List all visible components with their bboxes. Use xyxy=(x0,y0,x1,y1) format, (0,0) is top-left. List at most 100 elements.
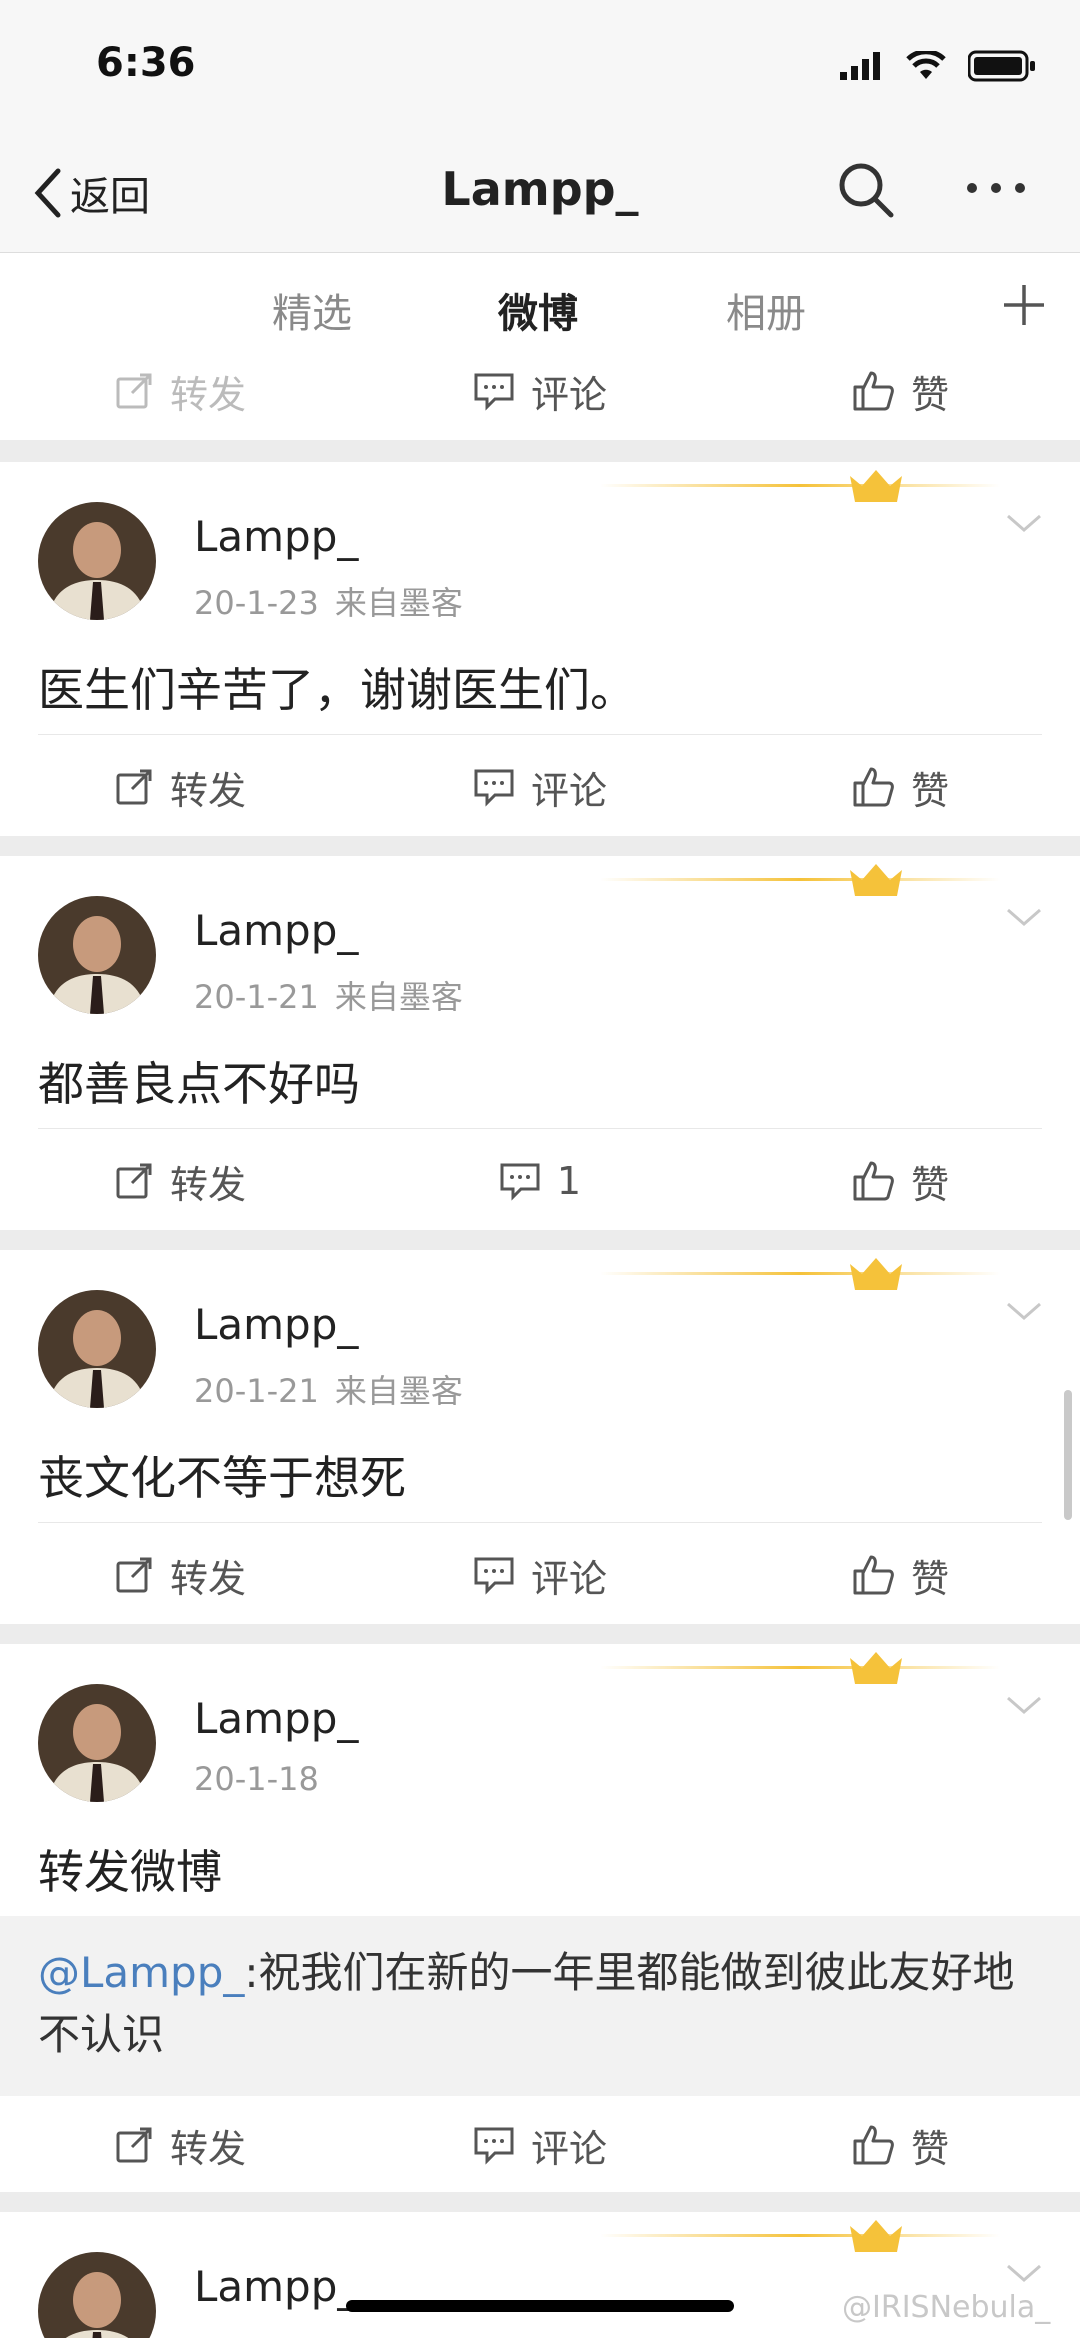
username[interactable]: Lampp_ xyxy=(194,2262,358,2311)
comment-button[interactable]: 1 xyxy=(360,1132,720,1230)
like-button[interactable]: 赞 xyxy=(720,1526,1080,1624)
like-label: 赞 xyxy=(910,372,949,417)
more-icon xyxy=(967,183,1025,193)
search-icon xyxy=(839,163,894,218)
thumbs-up-icon xyxy=(853,1161,894,1201)
share-icon xyxy=(116,1557,152,1593)
post-card[interactable]: Lampp_ 20-1-21 来自墨客 都善良点不好吗 转发 1 赞 xyxy=(0,856,1080,1230)
watermark: @IRISNebula_ xyxy=(842,2290,1051,2325)
divider xyxy=(38,1522,1042,1523)
crown-icon xyxy=(600,2220,1000,2252)
divider xyxy=(38,1128,1042,1129)
comment-button[interactable]: 评论 xyxy=(360,2096,720,2194)
post-card[interactable]: Lampp_ 20-1-23 来自墨客 医生们辛苦了，谢谢医生们。 转发 评论 赞 xyxy=(0,462,1080,836)
comment-button[interactable]: 评论 xyxy=(360,1526,720,1624)
chevron-down-icon[interactable] xyxy=(1004,906,1044,930)
repost-button[interactable]: 转发 xyxy=(0,342,360,440)
repost-label: 转发 xyxy=(169,1162,246,1207)
comment-count: 1 xyxy=(556,1159,582,1203)
mention-link[interactable]: @Lampp_ xyxy=(38,1948,244,1997)
search-button[interactable] xyxy=(836,160,896,224)
avatar[interactable] xyxy=(38,1684,156,1802)
status-bar: 6:36 xyxy=(0,0,1080,140)
chevron-down-icon[interactable] xyxy=(1004,512,1044,536)
username[interactable]: Lampp_ xyxy=(194,1694,358,1743)
post-date: 20-1-23 xyxy=(194,584,319,622)
scrollbar[interactable] xyxy=(1064,1390,1072,1520)
repost-label: 转发 xyxy=(169,2126,246,2171)
post-source: 来自墨客 xyxy=(334,978,463,1016)
signal-icon xyxy=(840,52,880,80)
tab-album[interactable]: 相册 xyxy=(726,281,806,339)
battery-icon xyxy=(968,50,1035,82)
plus-icon xyxy=(1004,285,1044,325)
post-text: 丧文化不等于想死 xyxy=(38,1451,406,1505)
home-indicator[interactable] xyxy=(346,2300,734,2312)
like-button[interactable]: 赞 xyxy=(720,2096,1080,2194)
nav-bar: 返回 Lampp_ xyxy=(0,140,1080,253)
avatar[interactable] xyxy=(38,502,156,620)
tab-weibo[interactable]: 微博 xyxy=(498,281,578,339)
like-button[interactable]: 赞 xyxy=(720,1132,1080,1230)
share-icon xyxy=(116,373,152,409)
post-actions: 转发 评论 赞 xyxy=(0,2096,1080,2194)
avatar[interactable] xyxy=(38,1290,156,1408)
post-date: 20-1-18 xyxy=(194,1760,319,1798)
repost-button[interactable]: 转发 xyxy=(0,1132,360,1230)
chevron-down-icon[interactable] xyxy=(1004,1300,1044,1324)
post-actions: 转发 评论 赞 xyxy=(0,1526,1080,1624)
username[interactable]: Lampp_ xyxy=(194,1300,358,1349)
tab-featured[interactable]: 精选 xyxy=(272,281,352,339)
chevron-down-icon[interactable] xyxy=(1004,1694,1044,1718)
like-label: 赞 xyxy=(910,1556,949,1601)
like-label: 赞 xyxy=(910,2126,949,2171)
status-time: 6:36 xyxy=(96,40,196,86)
comment-button[interactable]: 评论 xyxy=(360,738,720,836)
status-icons xyxy=(840,50,1036,82)
username[interactable]: Lampp_ xyxy=(194,906,358,955)
crown-icon xyxy=(600,1258,1000,1290)
more-button[interactable] xyxy=(964,180,1028,200)
post-text: 医生们辛苦了，谢谢医生们。 xyxy=(38,663,636,717)
post-source: 来自墨客 xyxy=(334,1372,463,1410)
post-card[interactable]: Lampp_ 20-1-18 转发微博 @Lampp_:祝我们在新的一年里都能做… xyxy=(0,1644,1080,2192)
wifi-icon xyxy=(906,51,946,79)
post-source: 来自墨客 xyxy=(334,584,463,622)
post-card[interactable]: Lampp_ 20-1-21 来自墨客 丧文化不等于想死 转发 评论 赞 xyxy=(0,1250,1080,1624)
avatar[interactable] xyxy=(38,896,156,1014)
post-meta: 20-1-18 xyxy=(194,1760,319,1798)
comment-button[interactable]: 评论 xyxy=(360,342,720,440)
post-text: 都善良点不好吗 xyxy=(38,1057,360,1111)
comment-label: 评论 xyxy=(530,372,607,417)
repost-button[interactable]: 转发 xyxy=(0,738,360,836)
comment-icon xyxy=(474,769,514,807)
like-label: 赞 xyxy=(910,1162,949,1207)
post-actions: 转发 评论 赞 xyxy=(0,738,1080,836)
post-meta: 20-1-21 来自墨客 xyxy=(194,1366,463,1412)
quoted-post[interactable]: @Lampp_:祝我们在新的一年里都能做到彼此友好地不认识 xyxy=(0,1916,1080,2096)
prev-post-actions: 转发 评论 赞 xyxy=(0,342,1080,440)
comment-label: 评论 xyxy=(530,1556,607,1601)
comment-icon xyxy=(474,2127,514,2165)
post-date: 20-1-21 xyxy=(194,978,319,1016)
username[interactable]: Lampp_ xyxy=(194,512,358,561)
like-button[interactable]: 赞 xyxy=(720,738,1080,836)
share-icon xyxy=(116,1163,152,1199)
avatar[interactable] xyxy=(38,2252,156,2338)
chevron-down-icon[interactable] xyxy=(1004,2262,1044,2286)
thumbs-up-icon xyxy=(853,371,894,411)
like-button[interactable]: 赞 xyxy=(720,342,1080,440)
crown-icon xyxy=(600,864,1000,896)
thumbs-up-icon xyxy=(853,2125,894,2165)
comment-icon xyxy=(474,373,514,411)
share-icon xyxy=(116,2127,152,2163)
like-label: 赞 xyxy=(910,768,949,813)
repost-button[interactable]: 转发 xyxy=(0,2096,360,2194)
repost-label: 转发 xyxy=(169,372,246,417)
add-tab-button[interactable] xyxy=(1000,281,1048,333)
comment-label: 评论 xyxy=(530,768,607,813)
thumbs-up-icon xyxy=(853,767,894,807)
comment-icon xyxy=(500,1163,540,1201)
repost-label: 转发 xyxy=(169,768,246,813)
repost-button[interactable]: 转发 xyxy=(0,1526,360,1624)
